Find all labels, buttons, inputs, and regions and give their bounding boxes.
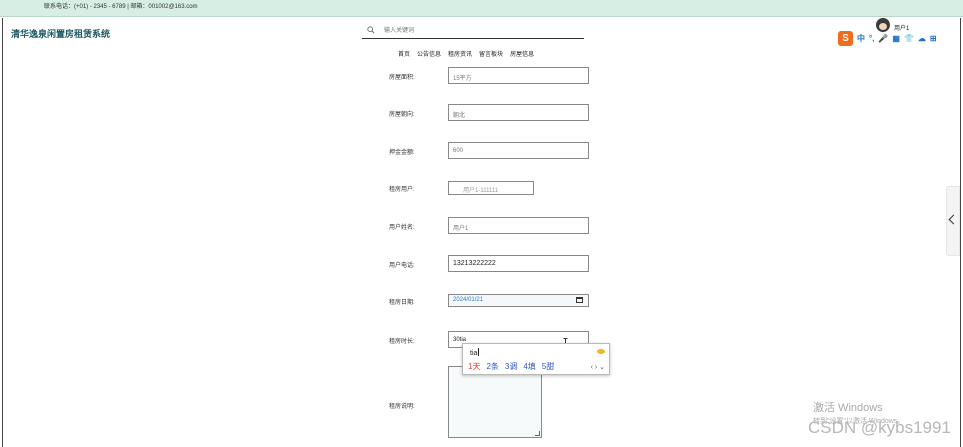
ime-candidate[interactable]: 1天 xyxy=(468,361,480,372)
ime-candidate[interactable]: 3调 xyxy=(505,361,517,372)
search-input[interactable] xyxy=(384,26,574,36)
area-field[interactable]: 15平方 xyxy=(448,67,589,84)
ime-punctuation-icon[interactable]: °, xyxy=(869,31,874,46)
ime-language-icon[interactable]: 中 xyxy=(857,31,865,46)
ime-toolbox-icon[interactable]: ⊞ xyxy=(930,31,937,46)
deposit-label: 押金金额: xyxy=(389,150,415,156)
windows-watermark-line1: 激活 Windows xyxy=(813,402,883,414)
tenant-account-label: 租房用户: xyxy=(389,187,415,193)
deposit-field[interactable]: 600 xyxy=(448,142,589,159)
search-icon[interactable] xyxy=(367,26,375,34)
ime-keyboard-icon[interactable]: ▦ xyxy=(892,31,900,46)
ime-voice-icon[interactable]: 🎤 xyxy=(878,31,888,46)
orientation-label: 房屋朝向: xyxy=(389,112,415,118)
user-name-label: 用户姓名: xyxy=(389,225,415,231)
ime-skin-icon[interactable]: 👕 xyxy=(904,31,914,46)
nav-item-houses[interactable]: 房屋信息 xyxy=(510,49,534,58)
remark-label: 租房说明: xyxy=(389,404,415,410)
tenant-account-field[interactable]: 用户1-111111 xyxy=(448,181,534,195)
phone-label: 用户电话: xyxy=(389,263,415,269)
rent-date-field[interactable]: 2024/01/21 xyxy=(448,294,589,307)
user-name-field[interactable]: 用户1 xyxy=(448,217,589,234)
ime-candidate[interactable]: 2条 xyxy=(486,361,498,372)
remark-textarea[interactable] xyxy=(448,366,542,438)
nav-item-news[interactable]: 租房资讯 xyxy=(448,49,472,58)
area-label: 房屋面积: xyxy=(389,75,415,81)
orientation-field[interactable]: 朝北 xyxy=(448,104,589,121)
ime-toolbar: S 中 °, 🎤 ▦ 👕 ☁ ⊞ xyxy=(838,31,937,46)
avatar[interactable] xyxy=(876,18,890,32)
contact-info: 联系电话：(+01) - 2345 - 6789 | 邮箱：001002@163… xyxy=(44,4,198,10)
ime-page-arrows[interactable]: ‹ › ⌄ xyxy=(591,363,605,371)
duration-label: 租房时长: xyxy=(389,339,415,345)
search-box[interactable] xyxy=(362,24,584,39)
nav-item-messages[interactable]: 留言板块 xyxy=(479,49,503,58)
ime-pinyin-input: tia xyxy=(470,350,478,357)
main-nav: 首页 公告信息 租房资讯 留言板块 房屋信息 xyxy=(398,49,534,58)
nav-item-notices[interactable]: 公告信息 xyxy=(417,49,441,58)
chevron-left-icon[interactable] xyxy=(948,214,959,225)
side-collapse-button[interactable] xyxy=(946,186,960,256)
page-left-border xyxy=(2,18,3,447)
nav-item-home[interactable]: 首页 xyxy=(398,49,410,58)
top-contact-bar: 联系电话：(+01) - 2345 - 6789 | 邮箱：001002@163… xyxy=(0,0,963,17)
rent-date-label: 租房日期: xyxy=(389,300,415,306)
ime-candidate[interactable]: 5甜 xyxy=(542,361,554,372)
csdn-watermark: CSDN @kybs1991 xyxy=(808,418,951,437)
ime-candidates: 1天 2条 3调 4填 5甜 xyxy=(468,361,554,372)
page-right-border xyxy=(960,18,961,447)
phone-field[interactable]: 13213222222 xyxy=(448,255,589,272)
sogou-logo-icon[interactable]: S xyxy=(838,31,853,46)
ime-candidate[interactable]: 4填 xyxy=(523,361,535,372)
resize-grip-icon[interactable] xyxy=(535,431,540,436)
ime-candidate-popup: tia 1天 2条 3调 4填 5甜 ‹ › ⌄ xyxy=(462,343,610,375)
site-title: 清华逸泉闲置房租赁系统 xyxy=(11,29,111,39)
ime-cloud-icon[interactable]: ☁ xyxy=(918,31,926,46)
ime-eye-icon[interactable] xyxy=(597,349,605,354)
calendar-icon[interactable] xyxy=(576,297,583,303)
